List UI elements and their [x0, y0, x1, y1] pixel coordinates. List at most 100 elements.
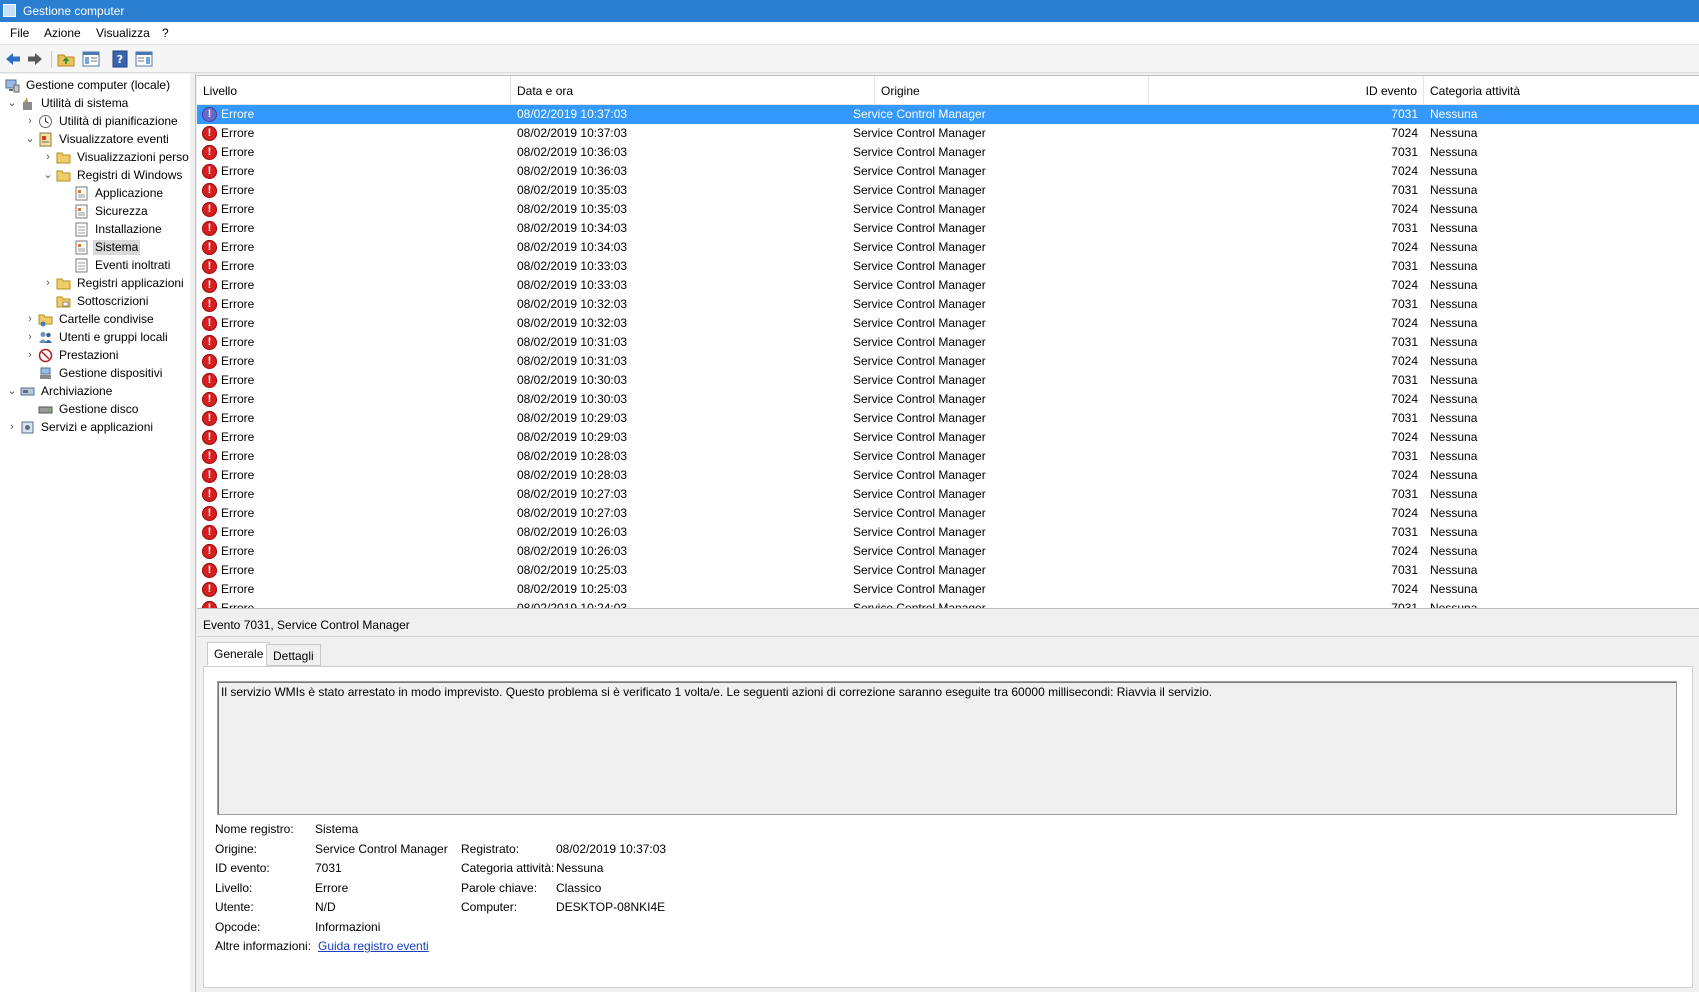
cell-data-ora: 08/02/2019 10:31:03 — [517, 354, 628, 368]
table-row[interactable]: ! Errore 08/02/2019 10:26:03 Service Contro… — [197, 542, 1699, 561]
cell-livello: Errore — [221, 354, 255, 368]
table-row[interactable]: ! Errore 08/02/2019 10:31:03 Service Contro… — [197, 333, 1699, 352]
help-icon[interactable]: ? — [111, 50, 129, 68]
error-icon: ! — [202, 506, 217, 521]
table-row[interactable]: ! Errore 08/02/2019 10:35:03 Service Contro… — [197, 181, 1699, 200]
storage-icon — [20, 384, 35, 399]
chevron-right-icon[interactable]: › — [6, 420, 18, 434]
show-hide-tree-icon[interactable] — [82, 50, 100, 68]
column-header-data-ora[interactable]: Data e ora — [511, 76, 875, 104]
table-row[interactable]: ! Errore 08/02/2019 10:32:03 Service Contro… — [197, 314, 1699, 333]
menu-visualizza[interactable]: Visualizza — [96, 26, 150, 40]
grid-header: Livello Data e ora Origine ID evento Cat… — [197, 76, 1699, 105]
chevron-down-icon[interactable]: ⌄ — [6, 96, 18, 110]
menu-help[interactable]: ? — [162, 26, 169, 40]
cell-origine: Service Control Manager — [853, 297, 986, 311]
table-row[interactable]: ! Errore 08/02/2019 10:29:03 Service Contro… — [197, 409, 1699, 428]
cell-origine: Service Control Manager — [853, 411, 986, 425]
chevron-down-icon[interactable]: ⌄ — [24, 132, 36, 146]
cell-categoria: Nessuna — [1430, 392, 1478, 406]
show-hide-action-pane-icon[interactable] — [135, 50, 153, 68]
forward-icon[interactable] — [26, 50, 44, 68]
cell-livello: Errore — [221, 506, 255, 520]
table-row[interactable]: ! Errore 08/02/2019 10:34:03 Service Contro… — [197, 219, 1699, 238]
back-icon[interactable] — [4, 50, 22, 68]
table-row[interactable]: ! Errore 08/02/2019 10:37:03 Service Contro… — [197, 124, 1699, 143]
error-icon: ! — [202, 449, 217, 464]
table-row[interactable]: ! Errore 08/02/2019 10:36:03 Service Contro… — [197, 162, 1699, 181]
tree-label: Utilità di sistema — [41, 96, 129, 110]
cell-livello: Errore — [221, 240, 255, 254]
log-icon — [74, 240, 89, 255]
menu-azione[interactable]: Azione — [44, 26, 81, 40]
table-row[interactable]: ! Errore 08/02/2019 10:33:03 Service Contro… — [197, 257, 1699, 276]
event-message-box[interactable]: Il servizio WMIs è stato arrestato in mo… — [217, 681, 1677, 815]
cell-livello: Errore — [221, 392, 255, 406]
table-row[interactable]: ! Errore 08/02/2019 10:37:03 Service Contro… — [197, 105, 1699, 124]
system-tools-icon — [20, 96, 35, 111]
cell-categoria: Nessuna — [1430, 297, 1478, 311]
cell-id-evento: 7024 — [1391, 278, 1418, 292]
cell-categoria: Nessuna — [1430, 468, 1478, 482]
chevron-right-icon[interactable]: › — [24, 312, 36, 326]
cell-livello: Errore — [221, 582, 255, 596]
cell-categoria: Nessuna — [1430, 430, 1478, 444]
table-row[interactable]: ! Errore 08/02/2019 10:27:03 Service Contro… — [197, 485, 1699, 504]
table-row[interactable]: ! Errore 08/02/2019 10:28:03 Service Contro… — [197, 447, 1699, 466]
table-row[interactable]: ! Errore 08/02/2019 10:30:03 Service Contro… — [197, 371, 1699, 390]
table-row[interactable]: ! Errore 08/02/2019 10:26:03 Service Contro… — [197, 523, 1699, 542]
table-row[interactable]: ! Errore 08/02/2019 10:31:03 Service Contro… — [197, 352, 1699, 371]
table-row[interactable]: ! Errore 08/02/2019 10:35:03 Service Contro… — [197, 200, 1699, 219]
livello-label: Livello: — [215, 881, 253, 895]
guida-registro-eventi-link[interactable]: Guida registro eventi — [318, 939, 429, 953]
menu-file[interactable]: File — [10, 26, 29, 40]
cell-origine: Service Control Manager — [853, 221, 986, 235]
column-header-origine[interactable]: Origine — [875, 76, 1149, 104]
tab-generale[interactable]: Generale — [207, 642, 271, 666]
cell-id-evento: 7031 — [1391, 563, 1418, 577]
error-icon: ! — [202, 107, 217, 122]
column-header-categoria[interactable]: Categoria attività — [1424, 76, 1699, 104]
cell-id-evento: 7024 — [1391, 506, 1418, 520]
table-row[interactable]: ! Errore 08/02/2019 10:32:03 Service Contro… — [197, 295, 1699, 314]
chevron-down-icon[interactable]: ⌄ — [6, 384, 18, 398]
tab-dettagli[interactable]: Dettagli — [266, 644, 321, 666]
column-header-id-evento[interactable]: ID evento — [1149, 76, 1424, 104]
chevron-right-icon[interactable]: › — [24, 114, 36, 128]
chevron-right-icon[interactable]: › — [42, 150, 54, 164]
utente-value: N/D — [315, 900, 336, 914]
up-folder-icon[interactable] — [57, 50, 75, 68]
error-icon: ! — [202, 259, 217, 274]
table-row[interactable]: ! Errore 08/02/2019 10:29:03 Service Contro… — [197, 428, 1699, 447]
users-icon — [38, 330, 53, 345]
chevron-right-icon[interactable]: › — [42, 276, 54, 290]
cell-id-evento: 7031 — [1391, 411, 1418, 425]
table-row[interactable]: ! Errore 08/02/2019 10:28:03 Service Contro… — [197, 466, 1699, 485]
chevron-right-icon[interactable]: › — [24, 348, 36, 362]
cell-id-evento: 7031 — [1391, 297, 1418, 311]
chevron-right-icon[interactable]: › — [24, 330, 36, 344]
table-row[interactable]: ! Errore 08/02/2019 10:27:03 Service Contro… — [197, 504, 1699, 523]
cell-livello: Errore — [221, 126, 255, 140]
table-row[interactable]: ! Errore 08/02/2019 10:25:03 Service Contro… — [197, 561, 1699, 580]
table-row[interactable]: ! Errore 08/02/2019 10:34:03 Service Contro… — [197, 238, 1699, 257]
cell-id-evento: 7024 — [1391, 392, 1418, 406]
cell-livello: Errore — [221, 335, 255, 349]
chevron-down-icon[interactable]: ⌄ — [42, 168, 54, 182]
cell-origine: Service Control Manager — [853, 373, 986, 387]
cell-categoria: Nessuna — [1430, 449, 1478, 463]
cell-categoria: Nessuna — [1430, 563, 1478, 577]
cell-livello: Errore — [221, 183, 255, 197]
cell-id-evento: 7024 — [1391, 430, 1418, 444]
cell-data-ora: 08/02/2019 10:37:03 — [517, 107, 628, 121]
vertical-splitter[interactable] — [190, 74, 196, 992]
cell-data-ora: 08/02/2019 10:28:03 — [517, 449, 628, 463]
table-row[interactable]: ! Errore 08/02/2019 10:30:03 Service Contro… — [197, 390, 1699, 409]
column-header-livello[interactable]: Livello — [197, 76, 511, 104]
table-row[interactable]: ! Errore 08/02/2019 10:25:03 Service Contro… — [197, 580, 1699, 599]
table-row[interactable]: ! Errore 08/02/2019 10:36:03 Service Contro… — [197, 143, 1699, 162]
cell-data-ora: 08/02/2019 10:26:03 — [517, 544, 628, 558]
table-row[interactable]: ! Errore 08/02/2019 10:33:03 Service Contro… — [197, 276, 1699, 295]
